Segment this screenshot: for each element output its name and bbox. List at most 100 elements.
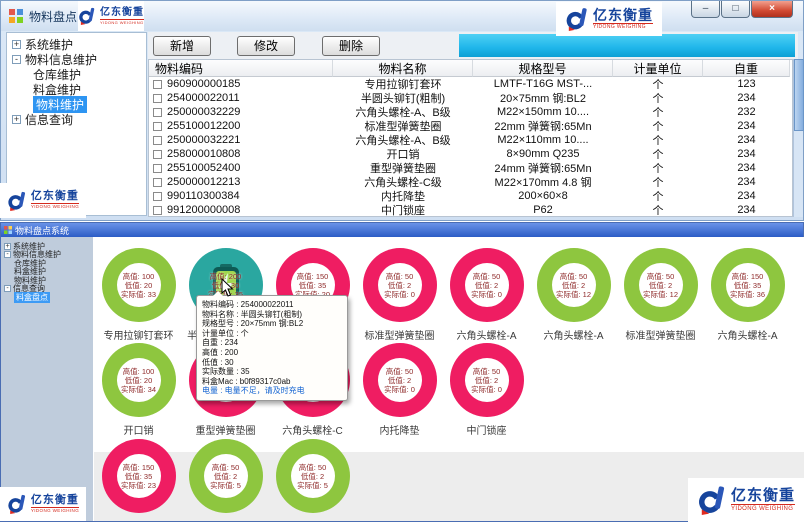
tree-expander-icon[interactable]: + <box>4 243 11 250</box>
window-controls: – □ × <box>691 1 793 18</box>
tree-item[interactable]: 料盒盘点 <box>1 293 93 302</box>
bin-value-line: 实际值: 0 <box>384 385 415 394</box>
tooltip-line: 自重 : 234 <box>202 338 342 348</box>
table-header-row: 物料编码物料名称规格型号计量单位自重 <box>149 60 792 77</box>
bin-donut[interactable]: 高值: 50低值: 2实际值: 0 <box>363 248 437 322</box>
tree-expander-icon[interactable]: + <box>12 40 21 49</box>
row-checkbox[interactable] <box>153 150 162 159</box>
bin-donut[interactable]: 高值: 50低值: 2实际值: 12 <box>624 248 698 322</box>
tree-item[interactable]: 料盒维护 <box>9 82 144 97</box>
table-row[interactable]: 254000022011半圆头铆钉(粗制)20×75mm 钢:BL2个234 <box>149 91 792 105</box>
tree-item[interactable]: +系统维护 <box>9 37 144 52</box>
bin-donut[interactable]: 高值: 150低值: 35实际值: 23 <box>102 439 176 513</box>
app-icon <box>4 226 12 234</box>
tree-item[interactable]: +信息查询 <box>9 112 144 127</box>
logo-name-en: YIDONG WEIGHING <box>100 19 144 25</box>
table-header-cell[interactable]: 计量单位 <box>613 60 703 77</box>
row-checkbox[interactable] <box>153 164 162 173</box>
bin-label: 六角头螺栓-C <box>108 518 169 521</box>
table-row[interactable]: 250000032221六角头螺栓-A、B级M22×110mm 10....个2… <box>149 133 792 147</box>
cell-text: 991200000008 <box>167 204 240 216</box>
bin-donut[interactable]: 高值: 50低值: 2实际值: 5 <box>189 439 263 513</box>
bin-values: 高值: 50低值: 2实际值: 5 <box>204 454 248 498</box>
logo-mark-icon <box>7 494 27 514</box>
bin-value-line: 低值: 2 <box>475 281 498 290</box>
bin-donut[interactable]: 高值: 100低值: 20实际值: 33 <box>102 248 176 322</box>
bin-label: 重型弹簧垫圈 <box>196 422 256 437</box>
row-checkbox[interactable] <box>153 178 162 187</box>
table-cell: 255100052400 <box>149 162 333 174</box>
bin-label: 专用拉铆钉套环 <box>104 327 174 342</box>
table-header-cell[interactable]: 物料编码 <box>149 60 333 77</box>
bin-values: 高值: 50低值: 2实际值: 0 <box>465 263 509 307</box>
row-checkbox[interactable] <box>153 122 162 131</box>
table-row[interactable]: 990110300384内托降垫200×60×8个234 <box>149 189 792 203</box>
minimize-button[interactable]: – <box>691 1 720 18</box>
bin-values: 高值: 50低值: 2实际值: 0 <box>378 263 422 307</box>
logo-text: 亿东衡重YIDONG WEIGHING <box>593 8 653 30</box>
tree-item[interactable]: 仓库维护 <box>9 67 144 82</box>
maximize-button[interactable]: □ <box>721 1 750 18</box>
delete-button[interactable]: 删除 <box>322 36 380 56</box>
table-row[interactable]: 258000010808开口销8×90mm Q235个234 <box>149 147 792 161</box>
table-body: 960900000185专用拉铆钉套环LMTF-T16G MST-...个123… <box>149 77 792 217</box>
close-button[interactable]: × <box>751 1 793 18</box>
row-checkbox[interactable] <box>153 94 162 103</box>
bin-donut[interactable]: 高值: 50低值: 2实际值: 12 <box>537 248 611 322</box>
bin-value-line: 实际值: 5 <box>210 481 241 490</box>
cell-text: 250000032221 <box>167 134 240 146</box>
table-row[interactable]: 255100012200标准型弹簧垫圈22mm 弹簧钢:65Mn个234 <box>149 119 792 133</box>
table-header-cell[interactable]: 规格型号 <box>473 60 613 77</box>
row-checkbox[interactable] <box>153 192 162 201</box>
table-row[interactable]: 255100052400重型弹簧垫圈24mm 弹簧钢:65Mn个234 <box>149 161 792 175</box>
bin-value-line: 高值: 50 <box>386 272 414 281</box>
bin-donut[interactable]: 高值: 50低值: 2实际值: 5 <box>276 439 350 513</box>
brand-logo: 亿东衡重YIDONG WEIGHING <box>688 478 804 522</box>
table-scrollbar[interactable] <box>793 59 803 217</box>
table-cell: 232 <box>703 106 790 118</box>
row-checkbox[interactable] <box>153 108 162 117</box>
bin-value-line: 高值: 150 <box>123 463 155 472</box>
add-button[interactable]: 新增 <box>153 36 211 56</box>
table-cell: P62 <box>473 204 613 216</box>
bin: 高值: 50低值: 2实际值: 5中门锁座 <box>269 439 356 521</box>
table-cell: 960900000185 <box>149 78 333 90</box>
bin-donut[interactable]: 高值: 50低值: 2实际值: 0 <box>363 343 437 417</box>
row-checkbox[interactable] <box>153 136 162 145</box>
tree-expander-icon[interactable]: - <box>4 251 11 258</box>
tooltip-line: 计量单位 : 个 <box>202 329 342 339</box>
table-row[interactable]: 250000012213六角头螺栓-C级M22×170mm 4.8 钢个234 <box>149 175 792 189</box>
tree-expander-icon[interactable]: - <box>4 285 11 292</box>
edit-button[interactable]: 修改 <box>237 36 295 56</box>
tooltip-line: 物料名称 : 半圆头铆钉(粗制) <box>202 310 342 320</box>
logo-text: 亿东衡重YIDONG WEIGHING <box>31 495 79 514</box>
tree-expander-icon[interactable]: - <box>12 55 21 64</box>
bin-donut[interactable]: 高值: 150低值: 35实际值: 36 <box>711 248 785 322</box>
bin-label: 六角头螺栓-A <box>457 327 517 342</box>
bin-donut[interactable]: 高值: 100低值: 20实际值: 34 <box>102 343 176 417</box>
scrollbar-thumb[interactable] <box>794 59 804 131</box>
table-header-cell[interactable]: 自重 <box>703 60 790 77</box>
tree-expander-icon[interactable]: + <box>12 115 21 124</box>
bin-value-line: 低值: 2 <box>301 472 324 481</box>
table-cell: 个 <box>613 202 703 217</box>
row-checkbox[interactable] <box>153 206 162 215</box>
bin-label: 标准型弹簧垫圈 <box>626 327 696 342</box>
bin-value-line: 实际值: 36 <box>730 290 765 299</box>
row-checkbox[interactable] <box>153 80 162 89</box>
table-row[interactable]: 250000032229六角头螺栓-A、B级M22×150mm 10....个2… <box>149 105 792 119</box>
bin-value-line: 实际值: 12 <box>643 290 678 299</box>
bin-value-line: 低值: 35 <box>299 281 327 290</box>
table-header-cell[interactable]: 物料名称 <box>333 60 473 77</box>
bin-donut[interactable]: 高值: 50低值: 2实际值: 0 <box>450 343 524 417</box>
logo-name-zh: 亿东衡重 <box>100 8 144 18</box>
bin-label: 中门锁座 <box>467 422 507 437</box>
bin-donut[interactable]: 高值: 50低值: 2实际值: 0 <box>450 248 524 322</box>
tree-item[interactable]: 物料维护 <box>9 97 144 112</box>
table-cell: LMTF-T16G MST-... <box>473 78 613 90</box>
bottom-title-bar: 物料盘点系统 <box>1 223 803 237</box>
table-cell: 990110300384 <box>149 190 333 202</box>
table-row[interactable]: 960900000185专用拉铆钉套环LMTF-T16G MST-...个123 <box>149 77 792 91</box>
tree-item[interactable]: -物料信息维护 <box>9 52 144 67</box>
table-row[interactable]: 991200000008中门锁座P62个234 <box>149 203 792 217</box>
